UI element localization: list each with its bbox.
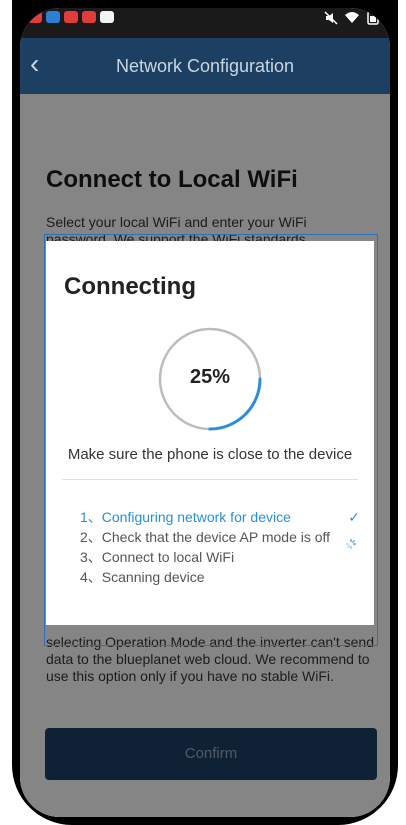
screen: ‹ Network Configuration Connect to Local…	[20, 8, 390, 817]
nav-bar: ‹ Network Configuration	[20, 38, 390, 94]
page-title: Network Configuration	[115, 56, 295, 76]
step-item: 3、Connect to local WiFi	[80, 549, 360, 566]
mute-icon	[324, 11, 338, 25]
phone-frame: ‹ Network Configuration Connect to Local…	[12, 0, 398, 825]
step-item: 2、Check that the device AP mode is off	[80, 529, 360, 549]
divider	[62, 479, 358, 480]
step-label: 2、Check that the device AP mode is off	[80, 529, 331, 545]
step-item: 1、Configuring network for device ✓	[80, 509, 360, 526]
step-label: 3、Connect to local WiFi	[80, 549, 235, 565]
status-bar	[20, 8, 390, 38]
connecting-dialog: Connecting 25% Make sure the phone is cl…	[46, 241, 374, 625]
progress-percent: 25%	[189, 366, 231, 388]
app-notification-icon	[28, 11, 42, 23]
wifi-icon	[345, 12, 359, 23]
proximity-hint: Make sure the phone is close to the devi…	[67, 446, 353, 463]
step-label: 4、Scanning device	[80, 569, 205, 585]
app-notification-icon	[100, 11, 114, 23]
dialog-title: Connecting	[64, 273, 196, 300]
battery-icon	[367, 11, 379, 25]
system-icons	[324, 11, 380, 25]
loading-spinner-icon	[346, 539, 356, 549]
check-icon: ✓	[348, 509, 360, 525]
step-item: 4、Scanning device	[80, 569, 360, 586]
app-notification-icon	[46, 11, 60, 23]
step-label: 1、Configuring network for device	[80, 509, 291, 525]
notification-icons	[28, 11, 114, 23]
step-list: 1、Configuring network for device ✓ 2、Che…	[80, 509, 360, 589]
app-notification-icon	[82, 11, 96, 23]
app-notification-icon	[64, 11, 78, 23]
